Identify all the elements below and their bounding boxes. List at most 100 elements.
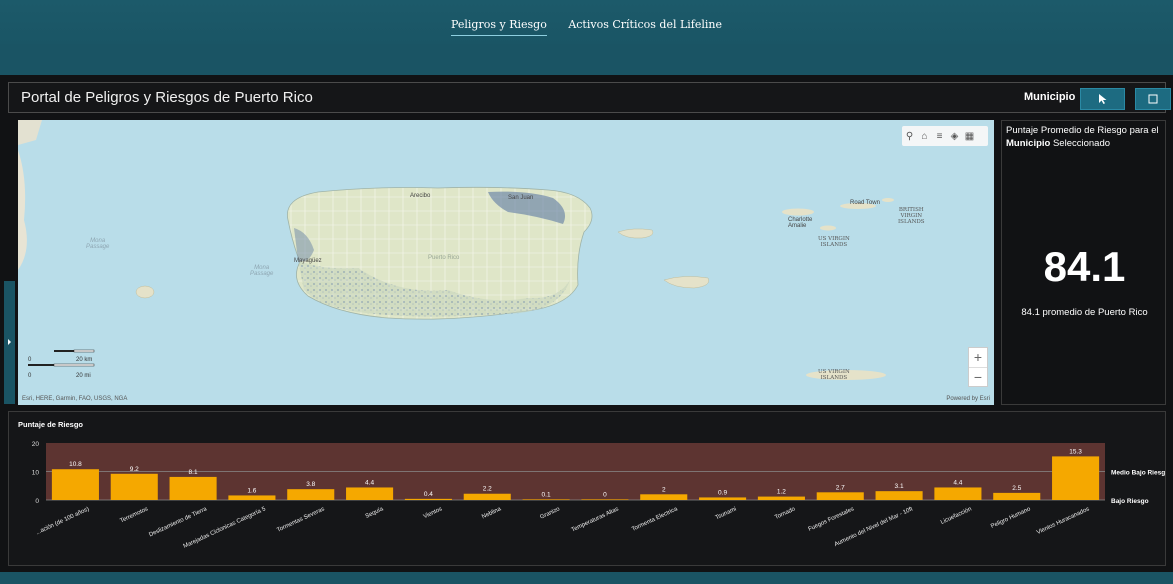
title-bar: Portal de Peligros y Riesgos de Puerto R… xyxy=(8,82,1171,113)
chart-bar xyxy=(640,494,688,500)
risk-panel-title-part2: Seleccionado xyxy=(1052,138,1111,149)
category-label: Vientos xyxy=(423,506,444,520)
tab-activos-criticos[interactable]: Activos Críticos del Lifeline xyxy=(568,18,722,35)
category-label: Neblina xyxy=(481,506,503,520)
map-canvas xyxy=(18,120,994,405)
scale-km-label: 20 km xyxy=(76,357,93,363)
chart-bar xyxy=(993,492,1041,500)
y-tick-label: 0 xyxy=(35,498,39,505)
y-tick-label: 10 xyxy=(32,470,40,477)
zoom-control: + − xyxy=(968,347,988,387)
chart-bar xyxy=(463,493,511,500)
map-label-road-town: Road Town xyxy=(850,200,880,206)
bar-value-label: 1.6 xyxy=(247,487,256,494)
risk-panel-title-part1: Puntaje Promedio de Riesgo para el xyxy=(1006,125,1159,136)
map-attribution: Esri, HERE, Garmin, FAO, USGS, NGA xyxy=(22,396,128,402)
search-icon[interactable]: ⚲ xyxy=(902,127,917,147)
bar-value-label: 2.7 xyxy=(836,484,845,491)
chart-bar xyxy=(816,492,864,500)
tab-peligros-y-riesgo[interactable]: Peligros y Riesgo xyxy=(450,18,547,36)
nav-tabs: Peligros y Riesgo Activos Críticos del L… xyxy=(0,18,1173,36)
category-label: Peligro Humano xyxy=(990,506,1032,530)
band-label: Bajo Riesgo xyxy=(1111,498,1149,505)
risk-panel-title-bold: Municipio xyxy=(1006,138,1051,149)
category-label: Vientos Huracanados xyxy=(1036,506,1090,536)
bar-value-label: 10.8 xyxy=(69,461,82,468)
cursor-select-icon xyxy=(1098,94,1106,104)
chart-bar xyxy=(346,487,394,500)
chart-bar xyxy=(581,499,629,500)
map-toolbar: ⚲ ⌂ ≡ ◈ ▦ xyxy=(902,126,988,146)
chevron-right-icon xyxy=(8,339,11,345)
chart-bar xyxy=(699,497,747,500)
bar-value-label: 8.1 xyxy=(189,469,198,476)
map-label-british-virgin-islands: BRITISH VIRGIN ISLANDS xyxy=(898,207,925,225)
scale-zero-mi: 0 xyxy=(28,373,32,379)
map-label-arecibo: Arecibo xyxy=(410,193,431,199)
map-label-mona-passage-2: Mona Passage xyxy=(250,265,274,277)
risk-score-average: 84.1 promedio de Puerto Rico xyxy=(1021,307,1148,318)
chart-bar xyxy=(169,476,217,500)
bar-value-label: 3.1 xyxy=(895,483,904,490)
side-panel-toggle[interactable] xyxy=(4,281,15,404)
top-navigation-subbar xyxy=(0,44,1173,75)
basemap-icon[interactable]: ▦ xyxy=(962,127,977,147)
bar-value-label: 2.5 xyxy=(1012,485,1021,492)
list-icon[interactable]: ≡ xyxy=(932,127,947,147)
chart-bar xyxy=(404,498,452,500)
risk-score-panel: Puntaje Promedio de Riesgo para el Munic… xyxy=(1001,120,1166,405)
bar-value-label: 0.4 xyxy=(424,491,433,498)
y-tick-label: 20 xyxy=(32,441,40,448)
municipio-label: Municipio xyxy=(1024,91,1076,103)
page-title: Portal de Peligros y Riesgos de Puerto R… xyxy=(21,89,313,106)
scale-zero-km: 0 xyxy=(28,357,32,363)
category-label: Deslizamiento de Tierra xyxy=(148,506,208,538)
bar-value-label: 4.4 xyxy=(953,479,962,486)
bar-value-label: 0.1 xyxy=(542,491,551,498)
powered-by-esri[interactable]: Powered by Esri xyxy=(946,396,990,402)
bar-value-label: 9.2 xyxy=(130,466,139,473)
risk-panel-title: Puntaje Promedio de Riesgo para el Munic… xyxy=(1006,124,1166,150)
risk-bar-chart: Medio Bajo RiesgoBajo Riesgo0102010.8...… xyxy=(32,441,1165,550)
chart-bar xyxy=(1052,456,1100,500)
clear-selection-button[interactable] xyxy=(1135,88,1171,110)
map-label-puerto-rico: Puerto Rico xyxy=(428,255,460,261)
category-label: Sequía xyxy=(365,506,385,520)
bar-value-label: 0 xyxy=(603,491,607,498)
category-label: ...ación (de 100 años) xyxy=(35,506,90,536)
risk-score-value: 84.1 xyxy=(1043,243,1126,290)
chart-bar xyxy=(757,496,805,500)
bar-value-label: 0.9 xyxy=(718,489,727,496)
layers-icon[interactable]: ◈ xyxy=(947,127,962,147)
category-label: Licuefacción xyxy=(940,506,973,526)
bar-value-label: 15.3 xyxy=(1069,448,1082,455)
open-panel-icon xyxy=(1148,94,1158,104)
chart-bar xyxy=(522,499,570,500)
category-label: Granizo xyxy=(539,506,561,521)
map-label-charlotte-amalie: Charlotte Amalie xyxy=(788,217,813,229)
map-label-us-virgin-islands: US VIRGIN ISLANDS xyxy=(818,236,850,248)
home-icon[interactable]: ⌂ xyxy=(917,127,932,147)
bar-value-label: 2.2 xyxy=(483,486,492,493)
chart-bar xyxy=(287,489,335,500)
map-label-mona-passage: Mona Passage xyxy=(86,238,110,250)
chart-bar xyxy=(110,473,158,500)
chart-bar xyxy=(875,491,923,500)
map-view[interactable]: Mona Passage Mona Passage San Juan Areci… xyxy=(18,120,994,405)
bar-value-label: 4.4 xyxy=(365,479,374,486)
zoom-in-button[interactable]: + xyxy=(969,348,987,368)
map-label-mayaguez: Mayagüez xyxy=(294,258,322,264)
category-label: Temperaturas Altas xyxy=(571,506,620,533)
category-label: Fuegos Forestales xyxy=(808,506,856,532)
category-label: Tormentas Severas xyxy=(276,506,325,533)
risk-chart-panel: Puntaje de Riesgo Medio Bajo Riesgo Bajo … xyxy=(8,411,1166,566)
select-municipio-button[interactable] xyxy=(1080,88,1125,110)
chart-bar xyxy=(51,469,99,500)
scale-mi-label: 20 mi xyxy=(76,373,91,379)
category-label: Tornado xyxy=(774,506,797,521)
chart-bar xyxy=(934,487,982,500)
chart-bar xyxy=(228,495,276,500)
map-label-san-juan: San Juan xyxy=(508,195,534,201)
bar-value-label: 3.8 xyxy=(306,481,315,488)
zoom-out-button[interactable]: − xyxy=(969,368,987,387)
